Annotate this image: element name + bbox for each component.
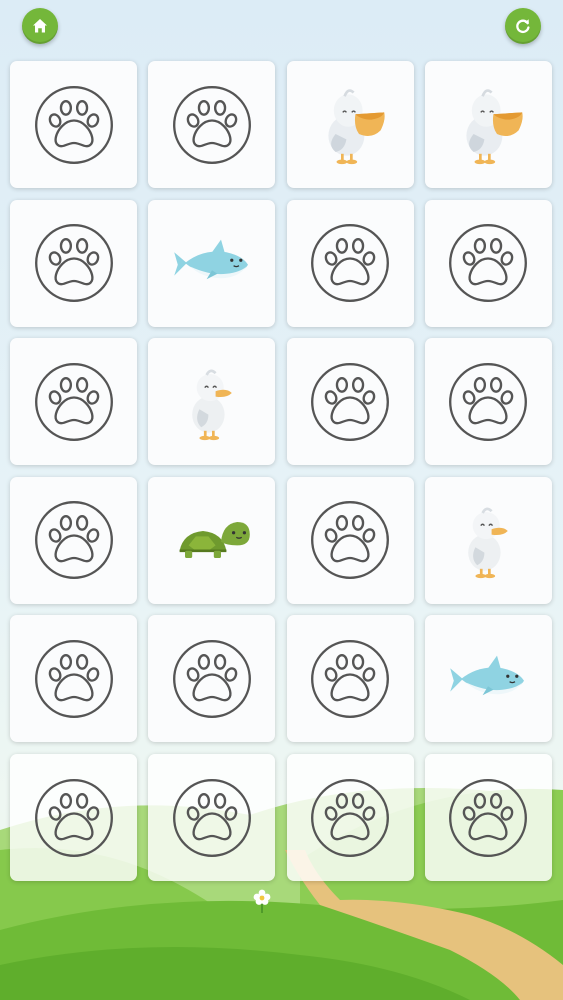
card-6-3[interactable] bbox=[286, 754, 414, 881]
paw-icon bbox=[311, 639, 390, 718]
card-3-4[interactable] bbox=[424, 338, 552, 466]
home-icon bbox=[33, 19, 47, 33]
card-grid bbox=[10, 61, 554, 881]
card-3-2[interactable] bbox=[148, 338, 276, 466]
card-3-3[interactable] bbox=[286, 338, 414, 466]
restart-icon bbox=[516, 19, 530, 34]
card-1-1[interactable] bbox=[10, 61, 137, 188]
paw-icon bbox=[34, 85, 113, 164]
card-1-4[interactable] bbox=[424, 61, 552, 188]
paw-icon bbox=[34, 501, 113, 580]
home-button[interactable] bbox=[22, 8, 58, 44]
turtle-icon bbox=[178, 520, 251, 560]
paw-icon bbox=[311, 501, 390, 580]
card-6-2[interactable] bbox=[148, 754, 276, 881]
shark-icon bbox=[173, 239, 249, 280]
paw-icon bbox=[311, 224, 390, 303]
card-2-1[interactable] bbox=[10, 199, 137, 327]
card-6-4[interactable] bbox=[424, 754, 552, 881]
pelican-icon bbox=[327, 88, 387, 165]
paw-icon bbox=[449, 362, 528, 441]
card-4-3[interactable] bbox=[286, 476, 414, 604]
card-1-2[interactable] bbox=[148, 61, 276, 188]
duck-icon bbox=[190, 369, 233, 442]
card-4-2[interactable] bbox=[148, 476, 276, 604]
paw-icon bbox=[449, 778, 528, 857]
paw-icon bbox=[172, 778, 251, 857]
paw-icon bbox=[172, 85, 251, 164]
card-5-4[interactable] bbox=[424, 615, 552, 743]
card-4-1[interactable] bbox=[10, 476, 137, 604]
card-4-4[interactable] bbox=[424, 476, 552, 604]
card-2-2[interactable] bbox=[148, 199, 276, 327]
paw-icon bbox=[311, 778, 390, 857]
card-2-4[interactable] bbox=[424, 199, 552, 327]
card-6-1[interactable] bbox=[10, 754, 137, 881]
card-5-3[interactable] bbox=[286, 615, 414, 743]
pelican-icon bbox=[465, 88, 525, 165]
paw-icon bbox=[34, 778, 113, 857]
paw-icon bbox=[34, 224, 113, 303]
paw-icon bbox=[311, 362, 390, 441]
paw-icon bbox=[34, 639, 113, 718]
paw-icon bbox=[34, 362, 113, 441]
card-5-1[interactable] bbox=[10, 615, 137, 743]
paw-icon bbox=[449, 224, 528, 303]
restart-button[interactable] bbox=[505, 8, 541, 44]
card-1-3[interactable] bbox=[286, 61, 414, 188]
paw-icon bbox=[172, 639, 251, 718]
card-3-1[interactable] bbox=[10, 338, 137, 466]
card-5-2[interactable] bbox=[148, 615, 276, 743]
shark-icon bbox=[449, 654, 526, 696]
card-2-3[interactable] bbox=[286, 199, 414, 327]
duck-icon bbox=[467, 507, 510, 580]
